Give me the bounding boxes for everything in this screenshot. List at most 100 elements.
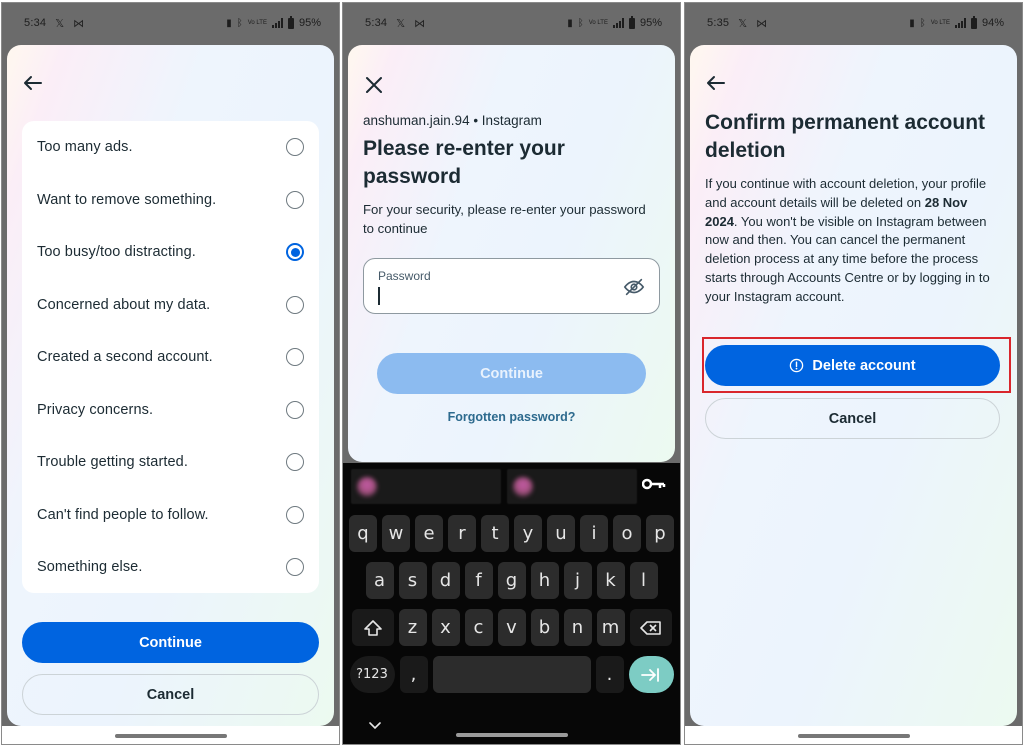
status-bar: 5:34 𝕏 ⋈ ▮ ᛒ Vo LTE 95% [2,3,339,43]
status-bar: 5:35 𝕏 ⋈ ▮ ᛒ Vo LTE 94% [685,3,1022,43]
key-o[interactable]: o [613,515,641,552]
reason-label: Created a second account. [37,349,213,366]
reason-option[interactable]: Can't find people to follow. [22,489,319,542]
bluetooth-icon: ᛒ [919,17,926,29]
key-d[interactable]: d [431,562,460,599]
key-m[interactable]: m [596,609,625,646]
key-a[interactable]: a [365,562,394,599]
cancel-button[interactable]: Cancel [22,674,319,715]
key-x[interactable]: x [431,609,460,646]
backspace-key[interactable] [629,609,672,646]
keyboard-row-3: zxcvbnm [347,609,676,646]
radio-button[interactable] [286,505,304,524]
account-line: anshuman.jain.94 • Instagram [363,113,542,128]
key-n[interactable]: n [563,609,592,646]
avatar [357,477,377,497]
radio-button[interactable] [286,453,304,472]
radio-button[interactable] [286,190,304,209]
period-key[interactable]: . [595,656,624,693]
key-f[interactable]: f [464,562,493,599]
password-sheet: anshuman.jain.94 • Instagram Please re-e… [348,45,675,462]
reason-option[interactable]: Something else. [22,541,319,594]
volte-icon: Vo LTE [588,20,608,26]
comma-key[interactable]: , [399,656,428,693]
delete-account-button[interactable]: Delete account [705,345,1000,386]
radio-button[interactable] [286,243,304,262]
key-w[interactable]: w [382,515,410,552]
next-key[interactable] [628,656,674,693]
text-caret [378,287,380,305]
key-s[interactable]: s [398,562,427,599]
key-b[interactable]: b [530,609,559,646]
reason-label: Something else. [37,559,143,576]
radio-button[interactable] [286,558,304,577]
home-handle[interactable] [797,734,910,738]
eye-off-icon[interactable] [623,276,645,298]
key-t[interactable]: t [481,515,509,552]
key-icon[interactable] [642,477,666,491]
radio-button[interactable] [286,138,304,157]
battery-percent: 94% [981,17,1004,29]
reason-option[interactable]: Too many ads. [22,121,319,174]
key-i[interactable]: i [580,515,608,552]
key-k[interactable]: k [596,562,625,599]
reason-option[interactable]: Want to remove something. [22,174,319,227]
signal-icon [612,18,624,28]
key-z[interactable]: z [398,609,427,646]
keyboard-row-4: ?123 , . [347,656,676,693]
password-label: Password [378,269,431,283]
forgot-password-link[interactable]: Forgotten password? [348,410,675,424]
radio-button[interactable] [286,348,304,367]
reason-option[interactable]: Trouble getting started. [22,436,319,489]
battery-icon [287,15,294,29]
navigation-bar [2,726,339,744]
arrow-left-icon[interactable] [23,75,43,91]
close-icon[interactable] [364,75,384,95]
key-c[interactable]: c [464,609,493,646]
continue-button[interactable]: Continue [377,353,646,394]
battery-percent: 95% [298,17,321,29]
reason-option[interactable]: Too busy/too distracting. [22,226,319,279]
password-field[interactable]: Password [363,258,660,314]
reason-label: Privacy concerns. [37,401,154,418]
key-g[interactable]: g [497,562,526,599]
navigation-bar [685,726,1022,744]
key-p[interactable]: p [646,515,674,552]
key-q[interactable]: q [349,515,377,552]
keyboard-row-2: asdfghjkl [347,562,676,599]
notification-icons: 𝕏 ⋈ [738,17,771,30]
key-l[interactable]: l [629,562,658,599]
shift-key[interactable] [351,609,394,646]
confirm-sheet: Confirm permanent account deletion If yo… [690,45,1017,726]
autofill-suggestion[interactable] [507,469,637,504]
battery-percent: 95% [639,17,662,29]
backspace-icon [639,620,661,635]
status-time: 5:34 [24,17,47,29]
key-e[interactable]: e [415,515,443,552]
radio-button[interactable] [286,295,304,314]
symbols-key[interactable]: ?123 [349,656,395,693]
continue-label: Continue [480,365,543,382]
home-handle[interactable] [114,734,227,738]
key-u[interactable]: u [547,515,575,552]
key-h[interactable]: h [530,562,559,599]
keyboard-row-1: qwertyuiop [347,515,676,552]
chevron-down-icon[interactable] [369,722,381,730]
continue-button[interactable]: Continue [22,622,319,663]
deletion-description: If you continue with account deletion, y… [705,175,1002,307]
autofill-suggestion[interactable] [351,469,501,504]
space-key[interactable] [432,656,591,693]
key-y[interactable]: y [514,515,542,552]
reason-option[interactable]: Privacy concerns. [22,384,319,437]
radio-button[interactable] [286,400,304,419]
key-v[interactable]: v [497,609,526,646]
key-j[interactable]: j [563,562,592,599]
key-r[interactable]: r [448,515,476,552]
home-handle[interactable] [455,733,568,737]
cancel-button[interactable]: Cancel [705,398,1000,439]
arrow-left-icon[interactable] [706,75,726,91]
vibrate-icon: ▮ [909,17,915,29]
reason-option[interactable]: Created a second account. [22,331,319,384]
reason-option[interactable]: Concerned about my data. [22,279,319,332]
page-title: Please re-enter your password [363,137,565,188]
